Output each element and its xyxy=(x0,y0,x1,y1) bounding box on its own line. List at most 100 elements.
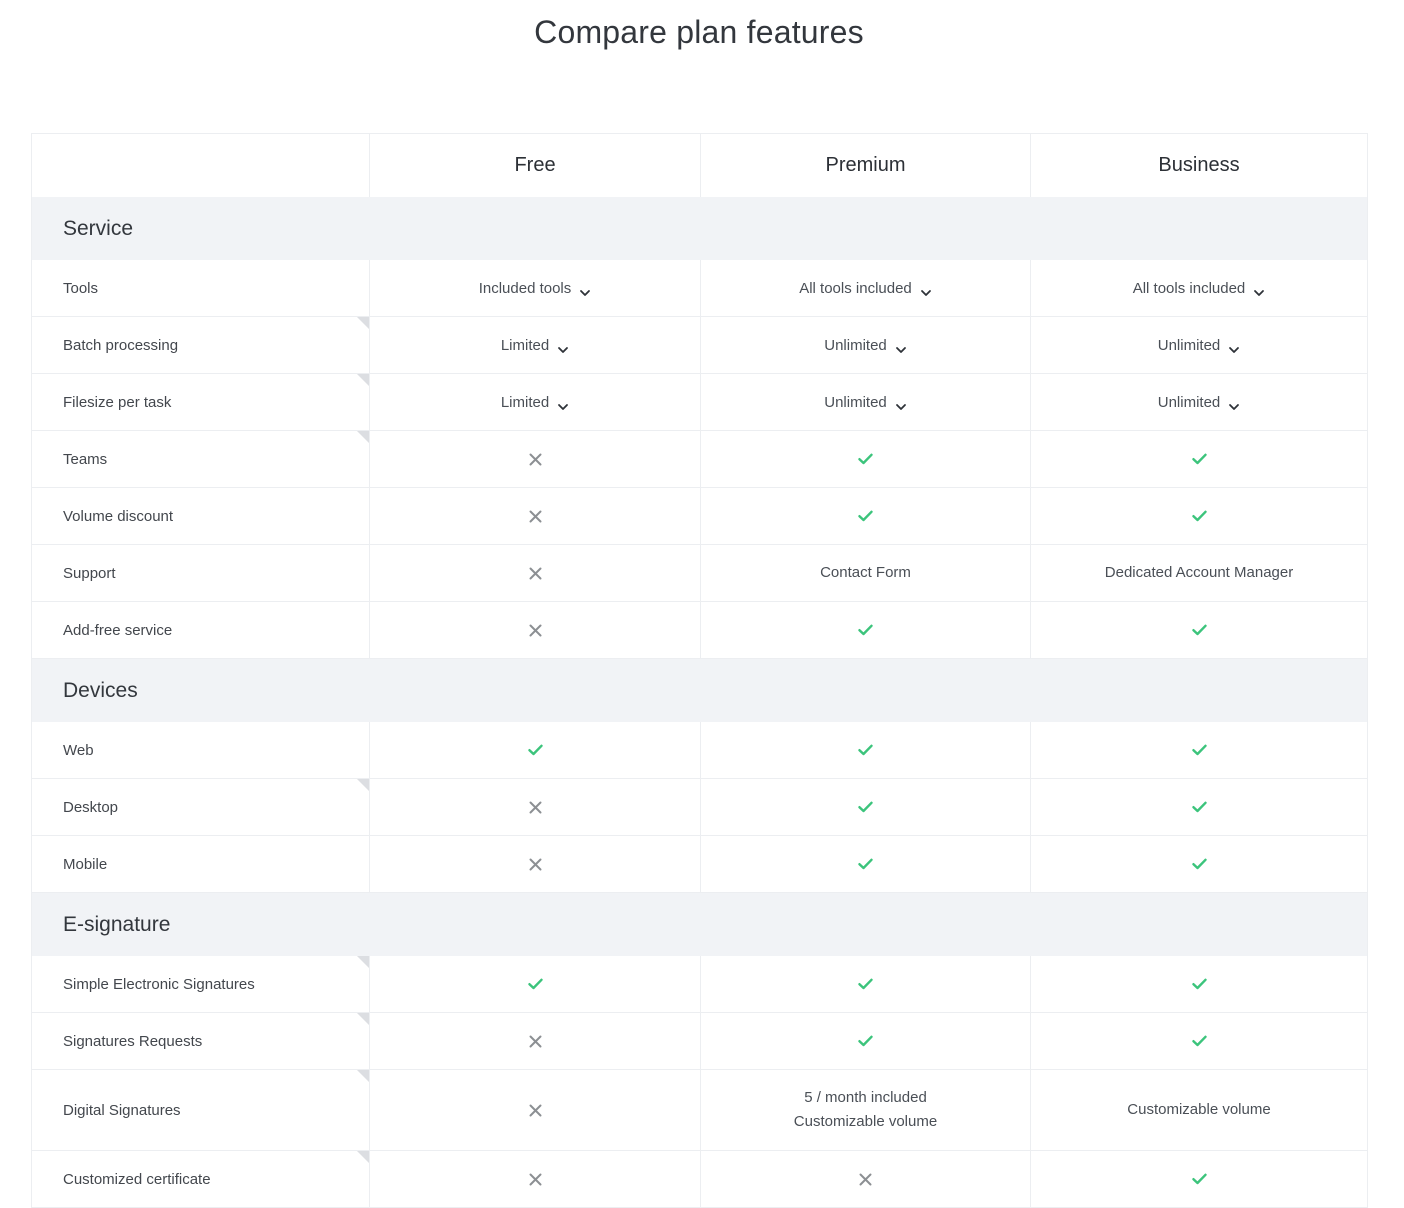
value-cell-free[interactable]: Included tools xyxy=(370,260,701,316)
value-cell-business[interactable]: All tools included xyxy=(1031,260,1367,316)
info-tooltip-corner-icon[interactable] xyxy=(357,431,369,443)
check-icon xyxy=(1191,801,1207,813)
value-cell-premium[interactable]: All tools included xyxy=(701,260,1031,316)
feature-label-cell[interactable]: Filesize per task xyxy=(32,374,370,430)
chevron-down-icon xyxy=(895,341,907,353)
section-row-devices: Devices xyxy=(32,659,1367,722)
value-cell-business: Dedicated Account Manager xyxy=(1031,545,1367,601)
value-text: Contact Form xyxy=(820,564,911,581)
value-cell-business xyxy=(1031,1013,1367,1069)
check-icon xyxy=(1191,624,1207,636)
value-text: Dedicated Account Manager xyxy=(1104,564,1294,581)
value-cell-premium[interactable]: Unlimited xyxy=(701,374,1031,430)
feature-label-cell: Volume discount xyxy=(32,488,370,544)
value-cell-free[interactable]: Limited xyxy=(370,317,701,373)
plan-header-premium: Premium xyxy=(701,134,1031,197)
plan-header-free: Free xyxy=(370,134,701,197)
check-icon xyxy=(1191,744,1207,756)
value-text: Customizable volume xyxy=(1127,1101,1271,1118)
info-tooltip-corner-icon[interactable] xyxy=(357,956,369,968)
feature-row-digital-signatures: Digital Signatures 5 / month included Cust… xyxy=(32,1070,1367,1151)
chevron-down-icon xyxy=(920,284,932,296)
toggle-label: Unlimited xyxy=(824,393,887,411)
plan-comparison-table: Free Premium Business Service Tools Includ… xyxy=(31,133,1368,1208)
value-cell-premium xyxy=(701,779,1031,835)
value-cell-business xyxy=(1031,1151,1367,1207)
value-cell-free[interactable]: Limited xyxy=(370,374,701,430)
chevron-down-icon xyxy=(1228,341,1240,353)
expand-details-toggle[interactable]: Limited xyxy=(501,394,569,411)
toggle-label: All tools included xyxy=(1132,279,1246,297)
value-cell-free xyxy=(370,488,701,544)
cross-icon xyxy=(529,510,542,523)
value-cell-premium[interactable]: Unlimited xyxy=(701,317,1031,373)
plan-header-business: Business xyxy=(1158,154,1240,176)
expand-details-toggle[interactable]: All tools included xyxy=(799,280,932,297)
feature-label: Teams xyxy=(63,450,108,468)
info-tooltip-corner-icon[interactable] xyxy=(357,317,369,329)
chevron-down-icon xyxy=(1228,398,1240,410)
section-row-e-signature: E-signature xyxy=(32,893,1367,956)
feature-label: Customized certificate xyxy=(63,1170,211,1188)
info-tooltip-corner-icon[interactable] xyxy=(357,779,369,791)
feature-label-cell[interactable]: Batch processing xyxy=(32,317,370,373)
chevron-down-icon xyxy=(557,398,569,410)
toggle-label: Unlimited xyxy=(824,336,887,354)
toggle-label: Limited xyxy=(500,336,550,354)
cross-icon xyxy=(529,567,542,580)
feature-label-cell[interactable]: Signatures Requests xyxy=(32,1013,370,1069)
expand-details-toggle[interactable]: Limited xyxy=(501,337,569,354)
feature-label-cell[interactable]: Digital Signatures xyxy=(32,1070,370,1150)
check-icon xyxy=(858,1035,873,1047)
info-tooltip-corner-icon[interactable] xyxy=(357,1013,369,1025)
check-icon xyxy=(858,453,873,465)
cross-icon xyxy=(529,453,542,466)
expand-details-toggle[interactable]: Included tools xyxy=(479,280,592,297)
feature-label: Mobile xyxy=(63,855,108,873)
value-cell-business[interactable]: Unlimited xyxy=(1031,317,1367,373)
value-cell-premium xyxy=(701,602,1031,658)
expand-details-toggle[interactable]: Unlimited xyxy=(1158,394,1241,411)
section-heading: Devices xyxy=(63,678,138,702)
value-cell-premium xyxy=(701,956,1031,1012)
toggle-label: Unlimited xyxy=(1157,336,1221,354)
feature-row-tools: Tools Included tools All tools included All… xyxy=(32,260,1367,317)
value-cell-business xyxy=(1031,602,1367,658)
feature-label-cell[interactable]: Desktop xyxy=(32,779,370,835)
feature-label-cell[interactable]: Teams xyxy=(32,431,370,487)
feature-label: Add-free service xyxy=(63,621,173,639)
cross-icon xyxy=(529,1173,542,1186)
chevron-down-icon xyxy=(557,341,569,353)
value-cell-free xyxy=(370,545,701,601)
feature-label: Support xyxy=(63,564,116,582)
check-icon xyxy=(858,744,873,756)
check-icon xyxy=(1191,510,1207,522)
feature-row-volume-discount: Volume discount xyxy=(32,488,1367,545)
expand-details-toggle[interactable]: Unlimited xyxy=(1158,337,1241,354)
cross-icon xyxy=(529,1104,542,1117)
info-tooltip-corner-icon[interactable] xyxy=(357,1151,369,1163)
feature-label-cell[interactable]: Simple Electronic Signatures xyxy=(32,956,370,1012)
value-cell-free xyxy=(370,602,701,658)
expand-details-toggle[interactable]: Unlimited xyxy=(824,337,907,354)
value-cell-premium xyxy=(701,488,1031,544)
value-cell-free xyxy=(370,956,701,1012)
value-cell-premium xyxy=(701,836,1031,892)
check-icon xyxy=(527,744,543,756)
value-multiline: 5 / month included Customizable volume xyxy=(794,1086,937,1134)
feature-label: Desktop xyxy=(63,798,119,816)
feature-label: Filesize per task xyxy=(63,393,172,411)
feature-row-desktop: Desktop xyxy=(32,779,1367,836)
value-cell-business xyxy=(1031,722,1367,778)
feature-label: Web xyxy=(63,741,94,759)
page-title: Compare plan features xyxy=(534,14,864,50)
info-tooltip-corner-icon[interactable] xyxy=(357,374,369,386)
info-tooltip-corner-icon[interactable] xyxy=(357,1070,369,1082)
value-cell-business[interactable]: Unlimited xyxy=(1031,374,1367,430)
expand-details-toggle[interactable]: All tools included xyxy=(1133,280,1266,297)
plan-header-row: Free Premium Business xyxy=(32,134,1367,197)
feature-row-add-free-service: Add-free service xyxy=(32,602,1367,659)
feature-label-cell[interactable]: Customized certificate xyxy=(32,1151,370,1207)
expand-details-toggle[interactable]: Unlimited xyxy=(824,394,907,411)
feature-label-cell: Tools xyxy=(32,260,370,316)
